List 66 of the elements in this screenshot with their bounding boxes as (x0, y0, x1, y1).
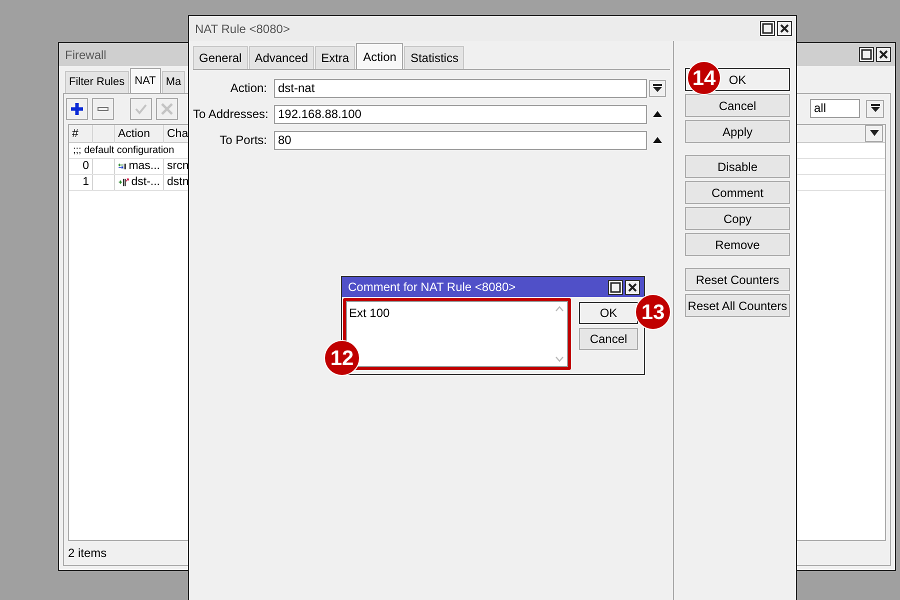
dialog-button[interactable]: Remove (685, 233, 790, 256)
table-cell-text: srcn (166, 158, 190, 174)
dialog-button[interactable]: Apply (685, 120, 790, 143)
scroll-down-icon (555, 356, 564, 362)
scroll-up-icon (555, 306, 564, 312)
table-cell: 0 (69, 158, 93, 174)
field-label: To Addresses: (193, 106, 267, 123)
dropdown-button[interactable] (866, 100, 884, 118)
field-label: To Ports: (218, 132, 267, 149)
input-field[interactable]: dst-nat (274, 78, 647, 98)
tab[interactable]: Extra (315, 46, 356, 69)
dialog-button[interactable]: Reset All Counters (685, 294, 790, 317)
dialog-button[interactable]: Reset Counters (685, 268, 790, 291)
tab[interactable]: Filter Rules (65, 71, 129, 92)
dialog-button[interactable]: Disable (685, 155, 790, 178)
dialog-button[interactable]: Cancel (579, 328, 638, 350)
dropdown-icon (870, 130, 878, 136)
status-text: 2 items (68, 546, 107, 560)
maximize-button[interactable] (760, 21, 775, 36)
window-title: Firewall (65, 46, 106, 64)
tab[interactable]: NAT (130, 68, 161, 92)
add-button[interactable] (66, 98, 88, 120)
remove-button[interactable] (92, 98, 114, 120)
dialog-button[interactable]: Comment (685, 181, 790, 204)
field-label: Action: (229, 80, 267, 97)
column-menu-button[interactable] (865, 124, 883, 142)
dropdown-icon (653, 84, 662, 92)
table-cell: dst-... (131, 174, 160, 190)
step-badge: 14 (687, 61, 721, 95)
close-button[interactable] (876, 47, 891, 62)
tab[interactable]: Action (356, 43, 404, 69)
up-arrow-icon[interactable] (653, 137, 662, 143)
maximize-icon (762, 23, 773, 34)
close-icon (779, 23, 790, 34)
tab[interactable]: Ma (162, 71, 186, 92)
dstnat-icon (118, 176, 130, 188)
maximize-icon (861, 49, 872, 60)
close-button[interactable] (625, 280, 640, 294)
dialog-button[interactable]: OK (579, 302, 638, 324)
up-arrow-icon[interactable] (653, 111, 662, 117)
maximize-icon (610, 282, 621, 292)
check-icon (134, 102, 148, 116)
tab[interactable]: Statistics (404, 46, 464, 69)
comment-text: ;;; default configuration (72, 144, 176, 158)
dialog-button[interactable]: Copy (685, 207, 790, 230)
input-field[interactable]: 80 (274, 130, 647, 150)
maximize-button[interactable] (859, 47, 874, 62)
close-icon (878, 49, 889, 60)
close-icon (627, 282, 638, 292)
table-cell: 1 (69, 174, 93, 190)
window-title: Comment for NAT Rule <8080> (348, 279, 516, 296)
tab[interactable]: General (193, 46, 248, 69)
tab[interactable]: Advanced (248, 46, 314, 69)
window-title: NAT Rule <8080> (195, 20, 290, 38)
filter-field[interactable]: all (810, 99, 860, 118)
masquerade-icon (118, 160, 127, 172)
plus-icon (70, 102, 84, 116)
cross-icon (160, 102, 174, 116)
table-cell-text: dstn (166, 174, 190, 190)
maximize-button[interactable] (608, 280, 623, 294)
input-field[interactable]: 192.168.88.100 (274, 104, 647, 124)
close-button[interactable] (777, 21, 792, 36)
dialog-button[interactable]: Cancel (685, 94, 790, 117)
table-cell: mas... (128, 158, 160, 174)
dropdown-button[interactable] (649, 80, 666, 96)
dropdown-icon (870, 104, 880, 113)
